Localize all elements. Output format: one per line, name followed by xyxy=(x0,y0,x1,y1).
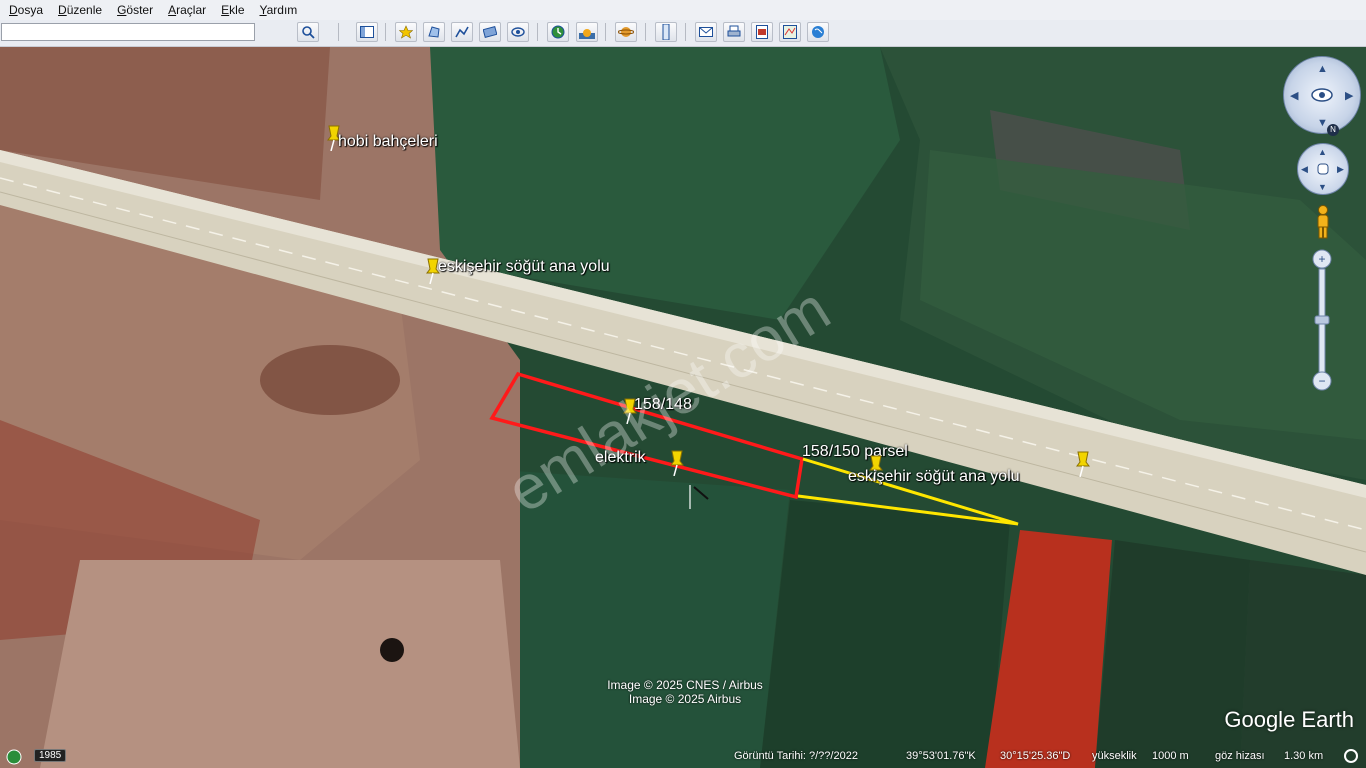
historical-imagery-button[interactable] xyxy=(547,22,569,42)
menu-tools[interactable]: Araçlar xyxy=(159,3,212,17)
path-icon xyxy=(455,26,469,38)
print-icon xyxy=(727,25,741,37)
sidebar-toggle-button[interactable] xyxy=(356,22,378,42)
add-placemark-button[interactable] xyxy=(395,22,417,42)
elevation-label: yükseklik xyxy=(1092,750,1137,762)
attribution-line: Image © 2025 CNES / Airbus xyxy=(607,678,763,692)
toolbar-separator xyxy=(385,23,386,41)
arrow-up-icon[interactable]: ▲ xyxy=(1318,147,1327,157)
record-tour-button[interactable] xyxy=(507,22,529,42)
earth-icon xyxy=(812,26,824,38)
save-image-icon xyxy=(756,25,768,39)
ruler-icon xyxy=(662,24,670,40)
placemark-label-road-top[interactable]: eskişehir söğüt ana yolu xyxy=(438,258,610,276)
placemark-label-road-right[interactable]: eskişehir söğüt ana yolu xyxy=(848,468,1020,486)
historical-imagery-icon xyxy=(551,25,565,39)
globe-icon[interactable] xyxy=(6,749,22,765)
arrow-down-icon[interactable]: ▼ xyxy=(1317,117,1328,129)
pushpin-icon[interactable] xyxy=(668,450,686,476)
imagery-date: Görüntü Tarihi: ?/??/2022 xyxy=(734,750,858,762)
imagery-attribution: Image © 2025 CNES / Airbus Image © 2025 … xyxy=(590,678,780,706)
view-in-maps-button[interactable] xyxy=(779,22,801,42)
streaming-status-icon xyxy=(1344,749,1358,763)
look-navigation-ring[interactable]: ▲ ▼ ◀ ▶ xyxy=(1283,56,1361,134)
polygon-icon xyxy=(428,26,440,38)
north-indicator[interactable]: N xyxy=(1327,124,1339,136)
arrow-right-icon[interactable]: ▶ xyxy=(1337,164,1344,175)
menu-file[interactable]: Dosya xyxy=(0,3,49,17)
arrow-down-icon[interactable]: ▼ xyxy=(1318,182,1327,192)
status-bar: 1985 Görüntü Tarihi: ?/??/2022 39°53'01.… xyxy=(0,746,1366,768)
add-image-overlay-button[interactable] xyxy=(479,22,501,42)
planets-button[interactable] xyxy=(615,22,637,42)
search-input[interactable] xyxy=(1,23,255,41)
pushpin-icon[interactable] xyxy=(1074,451,1092,477)
eye-altitude-label: göz hizası xyxy=(1215,750,1265,762)
earth-button[interactable] xyxy=(807,22,829,42)
google-earth-logo: Google Earth xyxy=(1224,707,1354,732)
sunlight-button[interactable] xyxy=(576,22,598,42)
toolbar xyxy=(0,20,1366,47)
historical-year-badge[interactable]: 1985 xyxy=(34,749,67,762)
toolbar-separator xyxy=(338,23,339,41)
placemark-label-parcel-150[interactable]: 158/150 parsel xyxy=(802,443,908,461)
menu-add[interactable]: Ekle xyxy=(212,3,250,17)
zoom-slider[interactable]: + − xyxy=(1312,249,1332,391)
record-tour-icon xyxy=(511,27,525,37)
arrow-right-icon[interactable]: ▶ xyxy=(1345,89,1353,102)
attribution-line: Image © 2025 Airbus xyxy=(628,692,742,706)
arrow-left-icon[interactable]: ◀ xyxy=(1290,89,1298,102)
toolbar-separator xyxy=(605,23,606,41)
pegman-icon[interactable] xyxy=(1313,205,1333,239)
ruler-button[interactable] xyxy=(655,22,677,42)
menu-edit[interactable]: Düzenle xyxy=(49,3,108,17)
menu-help[interactable]: Yardım xyxy=(251,3,304,17)
hand-icon xyxy=(1317,163,1329,175)
move-navigation-ring[interactable]: ▲ ▼ ◀ ▶ xyxy=(1297,143,1349,195)
menu-view[interactable]: Göster xyxy=(108,3,159,17)
email-icon xyxy=(699,27,713,37)
placemark-label-hobi[interactable]: hobi bahçeleri xyxy=(338,133,438,151)
email-button[interactable] xyxy=(695,22,717,42)
longitude-readout: 30°15'25.36"D xyxy=(1000,750,1071,762)
toolbar-separator xyxy=(685,23,686,41)
add-path-button[interactable] xyxy=(451,22,473,42)
arrow-up-icon[interactable]: ▲ xyxy=(1317,63,1328,75)
arrow-left-icon[interactable]: ◀ xyxy=(1301,164,1308,175)
svg-text:+: + xyxy=(1318,252,1325,266)
print-button[interactable] xyxy=(723,22,745,42)
eye-altitude-value: 1.30 km xyxy=(1284,750,1324,762)
zoom-handle xyxy=(1314,315,1330,325)
svg-text:−: − xyxy=(1318,374,1325,388)
search-button[interactable] xyxy=(297,22,319,42)
add-polygon-button[interactable] xyxy=(423,22,445,42)
planets-icon xyxy=(618,27,634,37)
eye-icon xyxy=(1311,88,1333,102)
elevation-value: 1000 m xyxy=(1152,750,1189,762)
placemark-icon xyxy=(399,25,413,39)
toolbar-separator xyxy=(537,23,538,41)
save-image-button[interactable] xyxy=(751,22,773,42)
toolbar-separator xyxy=(645,23,646,41)
search-icon xyxy=(302,26,315,39)
sidebar-toggle-icon xyxy=(360,26,374,38)
cursor-icon xyxy=(689,485,709,509)
sunlight-icon xyxy=(579,29,595,39)
menu-bar: Dosya Düzenle Göster Araçlar Ekle Yardım xyxy=(0,0,1366,21)
view-in-maps-icon xyxy=(783,25,797,39)
latitude-readout: 39°53'01.76"K xyxy=(906,750,976,762)
image-overlay-icon xyxy=(483,25,497,39)
map-view[interactable]: hobi bahçeleri eskişehir söğüt ana yolu … xyxy=(0,47,1366,768)
